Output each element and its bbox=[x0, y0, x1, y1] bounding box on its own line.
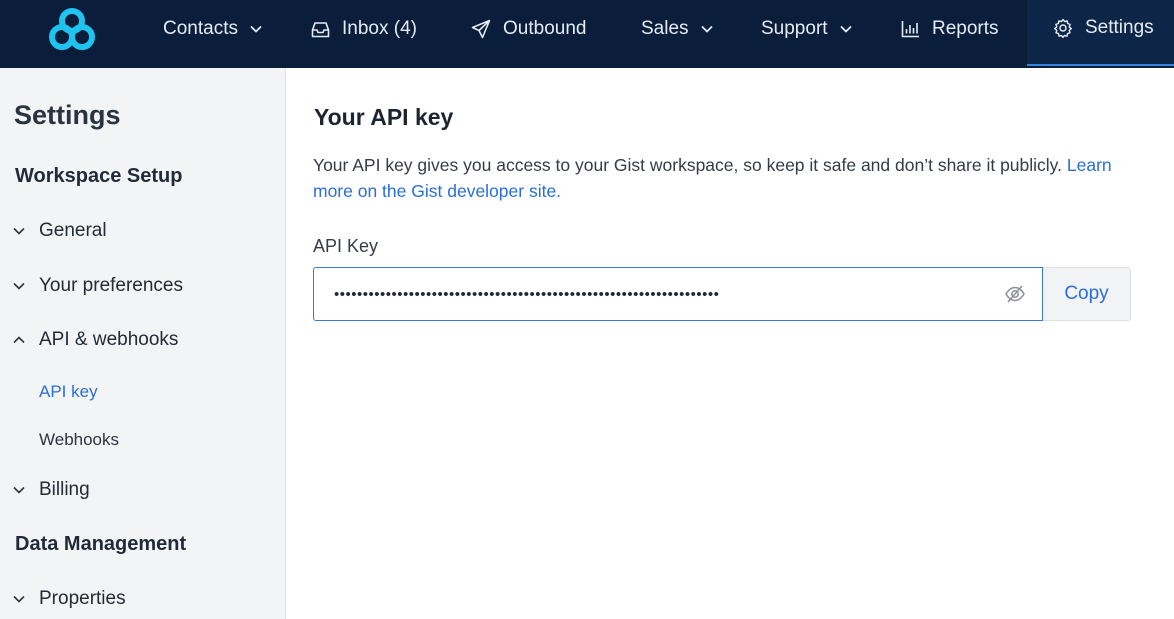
copy-button[interactable]: Copy bbox=[1043, 267, 1131, 321]
nav-reports[interactable]: Reports bbox=[901, 0, 999, 58]
nav-support[interactable]: Support bbox=[761, 0, 852, 58]
nav-sales-label: Sales bbox=[641, 18, 689, 39]
nav-outbound[interactable]: Outbound bbox=[471, 0, 586, 58]
chevron-up-icon bbox=[13, 336, 25, 344]
nav-settings[interactable]: Settings bbox=[1027, 0, 1174, 66]
sidebar-title: Settings bbox=[14, 100, 121, 130]
main-content: Your API key Your API key gives you acce… bbox=[286, 68, 1174, 619]
page-title: Your API key bbox=[314, 104, 454, 130]
chevron-down-icon bbox=[13, 227, 25, 235]
chevron-down-icon bbox=[839, 25, 852, 33]
nav-reports-label: Reports bbox=[932, 18, 999, 39]
chevron-down-icon bbox=[13, 486, 25, 494]
chevron-down-icon bbox=[250, 25, 262, 33]
sidebar-item-label: General bbox=[39, 220, 107, 241]
nav-contacts-label: Contacts bbox=[163, 18, 238, 39]
inbox-icon bbox=[311, 21, 330, 37]
nav-support-label: Support bbox=[761, 18, 828, 39]
sidebar-item-your-preferences[interactable]: Your preferences bbox=[11, 271, 183, 301]
api-key-input[interactable]: ••••••••••••••••••••••••••••••••••••••••… bbox=[313, 267, 1043, 321]
nav-contacts[interactable]: Contacts bbox=[163, 0, 262, 58]
nav-sales[interactable]: Sales bbox=[641, 0, 713, 58]
sidebar-subitem-api-key[interactable]: API key bbox=[39, 382, 98, 402]
bar-chart-icon bbox=[901, 21, 919, 38]
gear-icon bbox=[1054, 18, 1072, 38]
nav-settings-label: Settings bbox=[1085, 17, 1154, 38]
chevron-down-icon bbox=[13, 595, 25, 603]
top-navigation: Contacts Inbox (4) Outbound Sales Suppor… bbox=[0, 0, 1174, 68]
nav-inbox-label: Inbox (4) bbox=[342, 18, 417, 39]
sidebar-item-api-webhooks[interactable]: API & webhooks bbox=[11, 325, 178, 355]
api-key-label: API Key bbox=[313, 236, 379, 256]
gist-logo-icon[interactable] bbox=[48, 6, 96, 52]
api-key-value: ••••••••••••••••••••••••••••••••••••••••… bbox=[334, 285, 720, 303]
section-workspace-setup: Workspace Setup bbox=[15, 165, 183, 187]
sidebar-subitem-webhooks[interactable]: Webhooks bbox=[39, 430, 119, 450]
api-key-description: Your API key gives you access to your Gi… bbox=[313, 152, 1143, 204]
sidebar-item-label: API & webhooks bbox=[39, 329, 179, 350]
eye-off-icon[interactable] bbox=[1004, 283, 1026, 305]
sidebar-item-properties[interactable]: Properties bbox=[11, 584, 126, 614]
description-text: Your API key gives you access to your Gi… bbox=[313, 155, 1062, 175]
sidebar-item-billing[interactable]: Billing bbox=[11, 475, 90, 505]
sidebar-item-label: Properties bbox=[39, 588, 126, 609]
paper-plane-icon bbox=[471, 19, 491, 39]
sidebar-item-label: Billing bbox=[39, 479, 90, 500]
sidebar-item-general[interactable]: General bbox=[11, 216, 107, 246]
settings-sidebar: Settings Workspace Setup General Your pr… bbox=[0, 68, 286, 619]
chevron-down-icon bbox=[700, 25, 713, 33]
section-data-management: Data Management bbox=[15, 533, 187, 555]
nav-inbox[interactable]: Inbox (4) bbox=[311, 0, 417, 58]
nav-outbound-label: Outbound bbox=[503, 18, 587, 39]
chevron-down-icon bbox=[13, 282, 25, 290]
sidebar-item-label: Your preferences bbox=[39, 275, 184, 296]
